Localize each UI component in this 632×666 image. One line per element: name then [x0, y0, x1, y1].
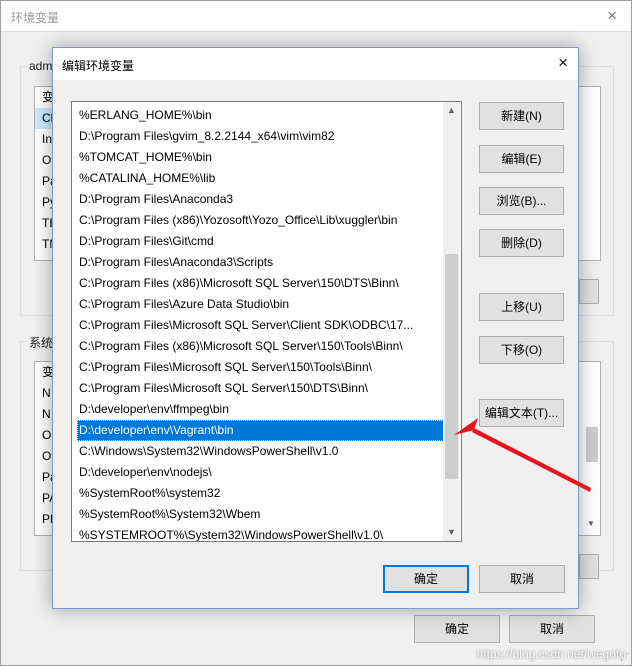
path-entry[interactable]: D:\Program Files\Anaconda3\Scripts	[77, 252, 444, 273]
dialog-titlebar: 编辑环境变量 ×	[53, 48, 578, 80]
path-entry[interactable]: %SystemRoot%\System32\Wbem	[77, 504, 444, 525]
new-button[interactable]: 新建(N)	[479, 102, 564, 130]
move-down-button[interactable]: 下移(O)	[479, 336, 564, 364]
bg-cancel-button[interactable]: 取消	[509, 615, 595, 643]
user-variables-button-stub[interactable]	[579, 279, 599, 304]
path-entries-list[interactable]: %ERLANG_HOME%\bin D:\Program Files\gvim_8…	[71, 101, 462, 542]
system-variables-group-label: 系统	[27, 334, 56, 351]
path-entry[interactable]: C:\Program Files (x86)\Microsoft SQL Ser…	[77, 336, 444, 357]
bg-titlebar: 环境变量 ×	[1, 1, 631, 31]
move-up-button[interactable]: 上移(U)	[479, 293, 564, 321]
user-variables-group-label: adm	[27, 59, 55, 73]
system-variables-scroll-thumb[interactable]	[586, 427, 598, 462]
path-entry[interactable]: D:\developer\env\Vagrant\bin	[77, 420, 444, 441]
bg-close-icon[interactable]: ×	[607, 6, 617, 26]
cancel-button[interactable]: 取消	[479, 565, 565, 593]
scroll-thumb[interactable]	[445, 254, 458, 479]
close-icon[interactable]: ×	[558, 53, 568, 73]
edit-text-button[interactable]: 编辑文本(T)...	[479, 399, 564, 427]
ok-button[interactable]: 确定	[383, 565, 469, 593]
path-entry[interactable]: D:\Program Files\Anaconda3	[77, 189, 444, 210]
system-variables-button-stub[interactable]	[579, 554, 599, 579]
bg-ok-button[interactable]: 确定	[414, 615, 500, 643]
path-entry[interactable]: D:\Program Files\Git\cmd	[77, 231, 444, 252]
path-entry[interactable]: C:\Program Files\Azure Data Studio\bin	[77, 294, 444, 315]
bg-title-separator	[1, 31, 631, 32]
path-entry[interactable]: D:\developer\env\ffmpeg\bin	[77, 399, 444, 420]
path-entry[interactable]: D:\Program Files\gvim_8.2.2144_x64\vim\v…	[77, 126, 444, 147]
scroll-down-icon[interactable]: ▼	[587, 519, 595, 528]
path-entry[interactable]: C:\Program Files (x86)\Microsoft SQL Ser…	[77, 273, 444, 294]
path-entry[interactable]: %TOMCAT_HOME%\bin	[77, 147, 444, 168]
path-entry[interactable]: C:\Program Files\Microsoft SQL Server\15…	[77, 378, 444, 399]
edit-environment-variable-dialog: 编辑环境变量 × %ERLANG_HOME%\bin D:\Program Fil…	[52, 47, 579, 609]
user-variables-list-right-edge	[576, 86, 601, 261]
bg-window-title: 环境变量	[11, 11, 60, 25]
edit-button[interactable]: 编辑(E)	[479, 145, 564, 173]
browse-button[interactable]: 浏览(B)...	[479, 187, 564, 215]
path-entry[interactable]: C:\Windows\System32\WindowsPowerShell\v1…	[77, 441, 444, 462]
path-list-scrollbar[interactable]: ▲ ▼	[443, 102, 460, 541]
path-entry[interactable]: C:\Program Files\Microsoft SQL Server\15…	[77, 357, 444, 378]
delete-button[interactable]: 删除(D)	[479, 229, 564, 257]
dialog-title: 编辑环境变量	[62, 59, 135, 73]
path-entry[interactable]: %SYSTEMROOT%\System32\WindowsPowerShell\…	[77, 525, 444, 541]
path-entry[interactable]: %SystemRoot%\system32	[77, 483, 444, 504]
path-entry[interactable]: C:\Program Files\Microsoft SQL Server\Cl…	[77, 315, 444, 336]
path-entry[interactable]: C:\Program Files (x86)\Yozosoft\Yozo_Off…	[77, 210, 444, 231]
path-entry[interactable]: %ERLANG_HOME%\bin	[77, 105, 444, 126]
path-entry[interactable]: %CATALINA_HOME%\lib	[77, 168, 444, 189]
watermark: https://blog.csdn.net/wegofu	[476, 647, 626, 661]
path-entry[interactable]: D:\developer\env\nodejs\	[77, 462, 444, 483]
scroll-up-icon[interactable]: ▲	[443, 102, 460, 119]
scroll-down-icon[interactable]: ▼	[443, 524, 460, 541]
